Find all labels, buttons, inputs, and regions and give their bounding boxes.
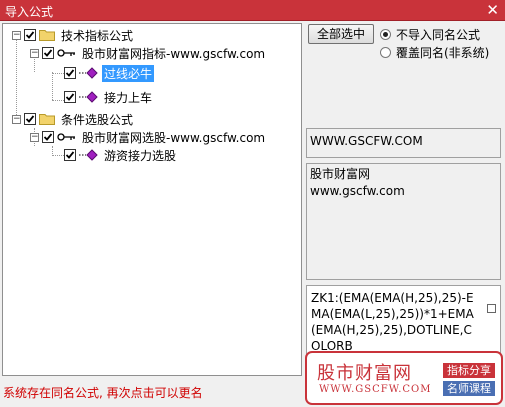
key-icon xyxy=(57,133,75,141)
tree-group-label: 条件选股公式 xyxy=(61,112,134,127)
tree-group-technical-indicators[interactable]: − 技术指标公式 xyxy=(12,26,135,44)
formula-text: ZK1:(EMA(EMA(H,25),25)-EMA(EMA(L,25),25)… xyxy=(311,291,474,353)
tree-group-stock-screening[interactable]: − 条件选股公式 xyxy=(12,110,135,128)
formula-icon xyxy=(79,91,98,103)
watermark-tag: 名师课程 xyxy=(443,381,495,396)
tree-item-label: 游资接力选股 xyxy=(104,148,177,163)
watermark-brand: 股市财富网 xyxy=(317,363,412,384)
tree-group-label: 技术指标公式 xyxy=(61,28,134,43)
radio-no-import-same-name[interactable]: 不导入同名公式 xyxy=(380,26,480,43)
radio-overwrite-same-name[interactable]: 覆盖同名(非系统) xyxy=(380,44,489,61)
status-message: 系统存在同名公式, 再次点击可以更名 xyxy=(3,386,203,400)
tree-subgroup-gscfw-indicators[interactable]: − 股市财富网指标-www.gscfw.com xyxy=(30,44,267,62)
subgroup-checkbox[interactable] xyxy=(42,131,54,143)
radio-unselected-icon[interactable] xyxy=(380,47,391,58)
tree-item-formula[interactable]: 游资接力选股 xyxy=(64,146,178,164)
subgroup-checkbox[interactable] xyxy=(42,47,54,59)
description-line: 股市财富网 xyxy=(310,167,371,181)
tree-subgroup-gscfw-screening[interactable]: − 股市财富网选股-www.gscfw.com xyxy=(30,128,267,146)
collapse-icon[interactable]: − xyxy=(30,132,39,142)
close-icon[interactable]: ✕ xyxy=(486,0,499,20)
formula-icon xyxy=(79,67,98,79)
tree-item-label: 接力上车 xyxy=(104,90,153,105)
group-checkbox[interactable] xyxy=(24,113,36,125)
site-watermark: 股市财富网 WWW.GSCFW.COM 指标分享 名师课程 xyxy=(305,351,503,405)
watermark-tag: 指标分享 xyxy=(443,363,495,378)
window-title: 导入公式 xyxy=(5,5,54,19)
collapse-icon[interactable]: − xyxy=(30,48,39,58)
select-all-button[interactable]: 全部选中 xyxy=(308,24,374,44)
watermark-url: WWW.GSCFW.COM xyxy=(319,384,432,395)
key-icon xyxy=(57,49,75,57)
scroll-indicator[interactable] xyxy=(487,304,496,313)
radio-label: 覆盖同名(非系统) xyxy=(396,46,490,60)
description-line: www.gscfw.com xyxy=(310,184,405,198)
folder-icon xyxy=(39,114,55,125)
tree-subgroup-label: 股市财富网指标-www.gscfw.com xyxy=(82,46,266,61)
radio-label: 不导入同名公式 xyxy=(396,28,481,42)
formula-tree[interactable]: − 技术指标公式 − 股市财富网指标-www.gscfw.com 过线必牛 接力… xyxy=(2,23,302,376)
tree-item-formula[interactable]: 接力上车 xyxy=(64,88,154,106)
group-checkbox[interactable] xyxy=(24,29,36,41)
folder-icon xyxy=(39,30,55,41)
tree-item-label: 过线必牛 xyxy=(102,64,155,82)
item-checkbox[interactable] xyxy=(64,91,76,103)
tree-item-formula[interactable]: 过线必牛 xyxy=(64,64,155,82)
collapse-icon[interactable]: − xyxy=(12,30,21,40)
radio-selected-icon[interactable] xyxy=(380,29,391,40)
title-bar: 导入公式 ✕ xyxy=(0,0,505,21)
tree-subgroup-label: 股市财富网选股-www.gscfw.com xyxy=(82,130,266,145)
source-text: WWW.GSCFW.COM xyxy=(310,134,423,148)
collapse-icon[interactable]: − xyxy=(12,114,21,124)
item-checkbox[interactable] xyxy=(64,67,76,79)
item-checkbox[interactable] xyxy=(64,149,76,161)
formula-icon xyxy=(79,149,98,161)
